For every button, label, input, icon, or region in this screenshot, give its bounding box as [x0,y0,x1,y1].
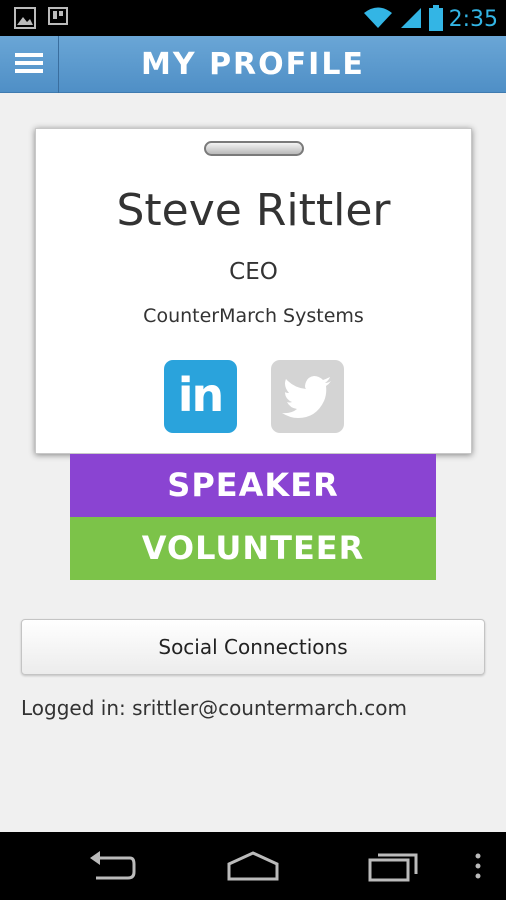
hamburger-menu-icon [15,52,43,78]
profile-company: CounterMarch Systems [143,305,364,327]
twitter-icon[interactable] [270,360,344,433]
role-speaker: SPEAKER [70,454,436,517]
image-icon [14,7,36,33]
social-links: in [36,360,471,433]
signal-icon [399,6,423,34]
role-volunteer: VOLUNTEER [70,517,436,580]
menu-button[interactable] [0,36,59,93]
twitter-bird-icon [282,375,331,418]
status-time: 2:35 [448,7,498,32]
profile-badge: Steve Rittler CEO CounterMarch Systems i… [35,128,472,454]
linkedin-icon[interactable]: in [163,360,237,433]
linkedin-label: in [177,367,224,422]
social-connections-button[interactable]: Social Connections [21,619,485,675]
page-title: MY PROFILE [141,47,365,82]
home-icon[interactable] [226,850,280,886]
overflow-menu-icon[interactable] [474,850,482,886]
battery-icon [428,5,443,35]
badge-slot [204,141,304,156]
status-bar: 2:35 [0,0,506,36]
wifi-icon [363,6,393,34]
recent-apps-icon[interactable] [368,850,420,886]
profile-title: CEO [229,259,278,285]
notification-icon [48,7,68,33]
app-bar: MY PROFILE [0,36,506,93]
system-nav-bar [0,832,506,900]
profile-name: Steve Rittler [116,185,391,236]
logged-in-text: Logged in: srittler@countermarch.com [21,696,407,720]
back-icon[interactable] [88,850,136,888]
